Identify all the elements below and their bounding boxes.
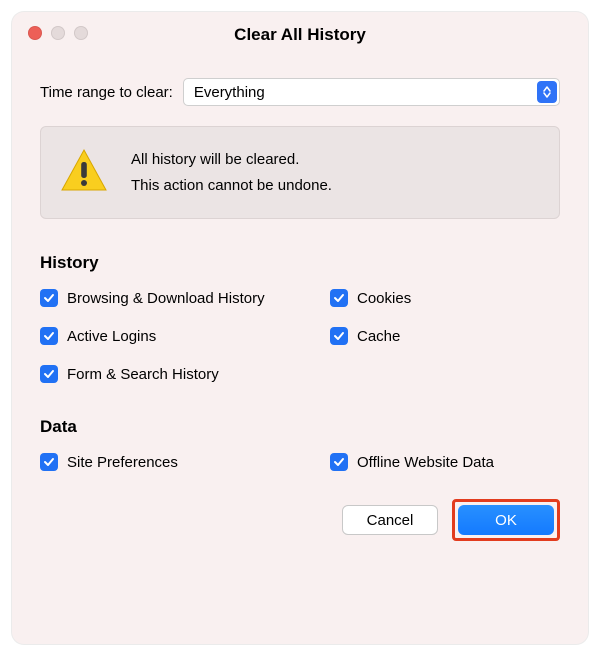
close-window-button[interactable] [28,26,42,40]
dialog-window: Clear All History Time range to clear: E… [12,12,588,644]
ok-button-highlight: OK [452,499,560,541]
checkbox-label: Active Logins [67,328,156,345]
checkbox-form-search-history[interactable]: Form & Search History [40,365,330,383]
checkbox-icon [40,289,58,307]
window-title: Clear All History [234,25,366,45]
checkbox-icon [40,365,58,383]
time-range-row: Time range to clear: Everything [40,78,560,106]
time-range-value: Everything [194,84,265,101]
checkbox-cookies[interactable]: Cookies [330,289,560,307]
checkbox-active-logins[interactable]: Active Logins [40,327,330,345]
checkbox-label: Offline Website Data [357,454,494,471]
maximize-window-button[interactable] [74,26,88,40]
data-options-grid: Site Preferences Offline Website Data [40,453,560,471]
checkbox-icon [330,327,348,345]
dialog-content: Time range to clear: Everything [12,58,588,559]
window-controls [28,26,88,40]
warning-panel: All history will be cleared. This action… [40,126,560,219]
cancel-button-label: Cancel [367,512,414,529]
time-range-select[interactable]: Everything [183,78,560,106]
history-options-grid: Browsing & Download History Cookies Acti… [40,289,560,383]
checkbox-icon [40,327,58,345]
warning-line-2: This action cannot be undone. [131,173,332,199]
checkbox-label: Browsing & Download History [67,290,265,307]
warning-icon [59,148,109,198]
cancel-button[interactable]: Cancel [342,505,438,535]
checkbox-icon [40,453,58,471]
data-section-heading: Data [40,417,560,437]
history-section-heading: History [40,253,560,273]
checkbox-label: Cookies [357,290,411,307]
warning-text: All history will be cleared. This action… [131,147,332,198]
checkbox-site-preferences[interactable]: Site Preferences [40,453,330,471]
ok-button[interactable]: OK [458,505,554,535]
checkbox-offline-website-data[interactable]: Offline Website Data [330,453,560,471]
checkbox-label: Cache [357,328,400,345]
checkbox-label: Form & Search History [67,366,219,383]
checkbox-icon [330,453,348,471]
checkbox-icon [330,289,348,307]
checkbox-label: Site Preferences [67,454,178,471]
minimize-window-button[interactable] [51,26,65,40]
ok-button-label: OK [495,512,517,529]
checkbox-browsing-download-history[interactable]: Browsing & Download History [40,289,330,307]
warning-line-1: All history will be cleared. [131,147,332,173]
titlebar: Clear All History [12,12,588,58]
dropdown-arrows-icon [537,81,557,103]
dialog-footer: Cancel OK [40,499,560,541]
time-range-label: Time range to clear: [40,84,173,101]
checkbox-cache[interactable]: Cache [330,327,560,345]
